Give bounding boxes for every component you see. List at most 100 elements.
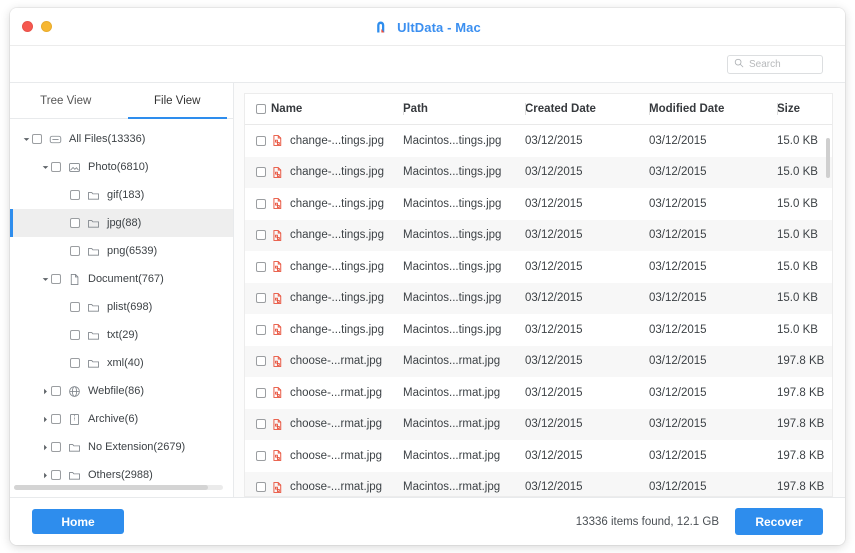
tree-item-archive[interactable]: Archive(6)	[10, 405, 233, 433]
ultdata-logo-icon	[374, 19, 391, 36]
row-checkbox[interactable]	[256, 293, 266, 304]
column-header-path[interactable]: Path	[403, 94, 525, 124]
row-checkbox[interactable]	[256, 450, 266, 461]
table-row[interactable]: choose-...rmat.jpg Macintos...rmat.jpg 03/…	[245, 345, 832, 377]
search-box[interactable]	[727, 54, 823, 74]
table-row[interactable]: change-...tings.jpg Macintos...tings.jpg 0…	[245, 314, 832, 346]
table-row[interactable]: choose-...rmat.jpg Macintos...rmat.jpg 03/…	[245, 440, 832, 472]
jpg-file-icon	[271, 197, 284, 210]
tree-item-checkbox[interactable]	[70, 330, 80, 340]
cell-name: change-...tings.jpg	[271, 134, 403, 147]
row-checkbox[interactable]	[256, 387, 266, 398]
table-row[interactable]: change-...tings.jpg Macintos...tings.jpg 0…	[245, 219, 832, 251]
row-checkbox[interactable]	[256, 198, 266, 209]
row-select-cell[interactable]	[245, 261, 271, 272]
tree-item-label: Document(767)	[88, 273, 164, 285]
table-row[interactable]: change-...tings.jpg Macintos...tings.jpg 0…	[245, 125, 832, 157]
tree-item-checkbox[interactable]	[51, 162, 61, 172]
tree-item-checkbox[interactable]	[70, 246, 80, 256]
table-row[interactable]: choose-...rmat.jpg Macintos...rmat.jpg 03/…	[245, 471, 832, 496]
column-header-modified-date[interactable]: Modified Date	[649, 94, 777, 124]
row-select-cell[interactable]	[245, 482, 271, 493]
cell-name: choose-...rmat.jpg	[271, 449, 403, 462]
tree-item-others[interactable]: Others(2988)	[10, 461, 233, 481]
row-select-cell[interactable]	[245, 387, 271, 398]
tree-item-checkbox[interactable]	[51, 442, 61, 452]
tree-item-checkbox[interactable]	[51, 470, 61, 480]
select-all-checkbox[interactable]	[256, 104, 266, 114]
row-select-cell[interactable]	[245, 293, 271, 304]
tree-item-checkbox[interactable]	[70, 190, 80, 200]
tree-item-all-files[interactable]: All Files(13336)	[10, 125, 233, 153]
column-header-created-date[interactable]: Created Date	[525, 94, 649, 124]
tree-item-no-extension[interactable]: No Extension(2679)	[10, 433, 233, 461]
row-checkbox[interactable]	[256, 482, 266, 493]
row-select-cell[interactable]	[245, 198, 271, 209]
tree-item-gif[interactable]: gif(183)	[10, 181, 233, 209]
column-header-name[interactable]: Name	[271, 94, 403, 124]
tree-item-jpg[interactable]: jpg(88)	[10, 209, 233, 237]
row-select-cell[interactable]	[245, 324, 271, 335]
chevron-right-icon[interactable]	[39, 472, 51, 479]
tree-item-document[interactable]: Document(767)	[10, 265, 233, 293]
tab-file-view[interactable]: File View	[122, 83, 234, 119]
tree-item-label: Photo(6810)	[88, 161, 149, 173]
table-row[interactable]: choose-...rmat.jpg Macintos...rmat.jpg 03/…	[245, 408, 832, 440]
row-checkbox[interactable]	[256, 167, 266, 178]
row-select-cell[interactable]	[245, 356, 271, 367]
row-checkbox[interactable]	[256, 324, 266, 335]
chevron-right-icon[interactable]	[39, 444, 51, 451]
chevron-down-icon[interactable]	[20, 136, 32, 143]
row-select-cell[interactable]	[245, 419, 271, 430]
row-checkbox[interactable]	[256, 261, 266, 272]
chevron-right-icon[interactable]	[39, 416, 51, 423]
chevron-right-icon[interactable]	[39, 388, 51, 395]
folder-icon	[68, 441, 82, 454]
row-checkbox[interactable]	[256, 419, 266, 430]
window-title-group: UltData - Mac	[10, 8, 845, 46]
table-vscrollbar[interactable]	[826, 138, 830, 178]
row-select-cell[interactable]	[245, 135, 271, 146]
tree-item-checkbox[interactable]	[51, 386, 61, 396]
table-row[interactable]: change-...tings.jpg Macintos...tings.jpg 0…	[245, 188, 832, 220]
home-button[interactable]: Home	[32, 509, 124, 534]
row-checkbox[interactable]	[256, 230, 266, 241]
table-row[interactable]: change-...tings.jpg Macintos...tings.jpg 0…	[245, 156, 832, 188]
recover-button[interactable]: Recover	[735, 508, 823, 535]
tree-item-checkbox[interactable]	[70, 302, 80, 312]
select-all-header[interactable]	[245, 94, 271, 124]
tree-item-checkbox[interactable]	[70, 358, 80, 368]
row-select-cell[interactable]	[245, 167, 271, 178]
cell-path: Macintos...tings.jpg	[403, 323, 502, 336]
tree-item-photo[interactable]: Photo(6810)	[10, 153, 233, 181]
tree-item-txt[interactable]: txt(29)	[10, 321, 233, 349]
chevron-down-icon[interactable]	[39, 164, 51, 171]
tree-item-png[interactable]: png(6539)	[10, 237, 233, 265]
table-row[interactable]: change-...tings.jpg Macintos...tings.jpg 0…	[245, 251, 832, 283]
sidebar-hscrollbar[interactable]	[10, 481, 233, 497]
status-text: 13336 items found, 12.1 GB	[575, 515, 719, 528]
tree-item-checkbox[interactable]	[70, 218, 80, 228]
tree-item-plist[interactable]: plist(698)	[10, 293, 233, 321]
cell-name-label: change-...tings.jpg	[290, 292, 384, 305]
tree-item-xml[interactable]: xml(40)	[10, 349, 233, 377]
table-row[interactable]: change-...tings.jpg Macintos...tings.jpg 0…	[245, 282, 832, 314]
cell-created-date: 03/12/2015	[525, 260, 583, 273]
tree-item-checkbox[interactable]	[51, 274, 61, 284]
row-select-cell[interactable]	[245, 450, 271, 461]
cell-size: 15.0 KB	[777, 323, 818, 336]
jpg-file-icon	[271, 323, 284, 336]
tree-item-webfile[interactable]: Webfile(86)	[10, 377, 233, 405]
cell-name: choose-...rmat.jpg	[271, 418, 403, 431]
tree-item-checkbox[interactable]	[32, 134, 42, 144]
cell-created-date: 03/12/2015	[525, 166, 583, 179]
tree-item-checkbox[interactable]	[51, 414, 61, 424]
column-header-size[interactable]: Size	[777, 94, 832, 124]
tab-tree-view[interactable]: Tree View	[10, 83, 122, 118]
table-row[interactable]: choose-...rmat.jpg Macintos...rmat.jpg 03/…	[245, 377, 832, 409]
search-input[interactable]	[749, 58, 816, 70]
row-checkbox[interactable]	[256, 135, 266, 146]
chevron-down-icon[interactable]	[39, 276, 51, 283]
row-checkbox[interactable]	[256, 356, 266, 367]
row-select-cell[interactable]	[245, 230, 271, 241]
